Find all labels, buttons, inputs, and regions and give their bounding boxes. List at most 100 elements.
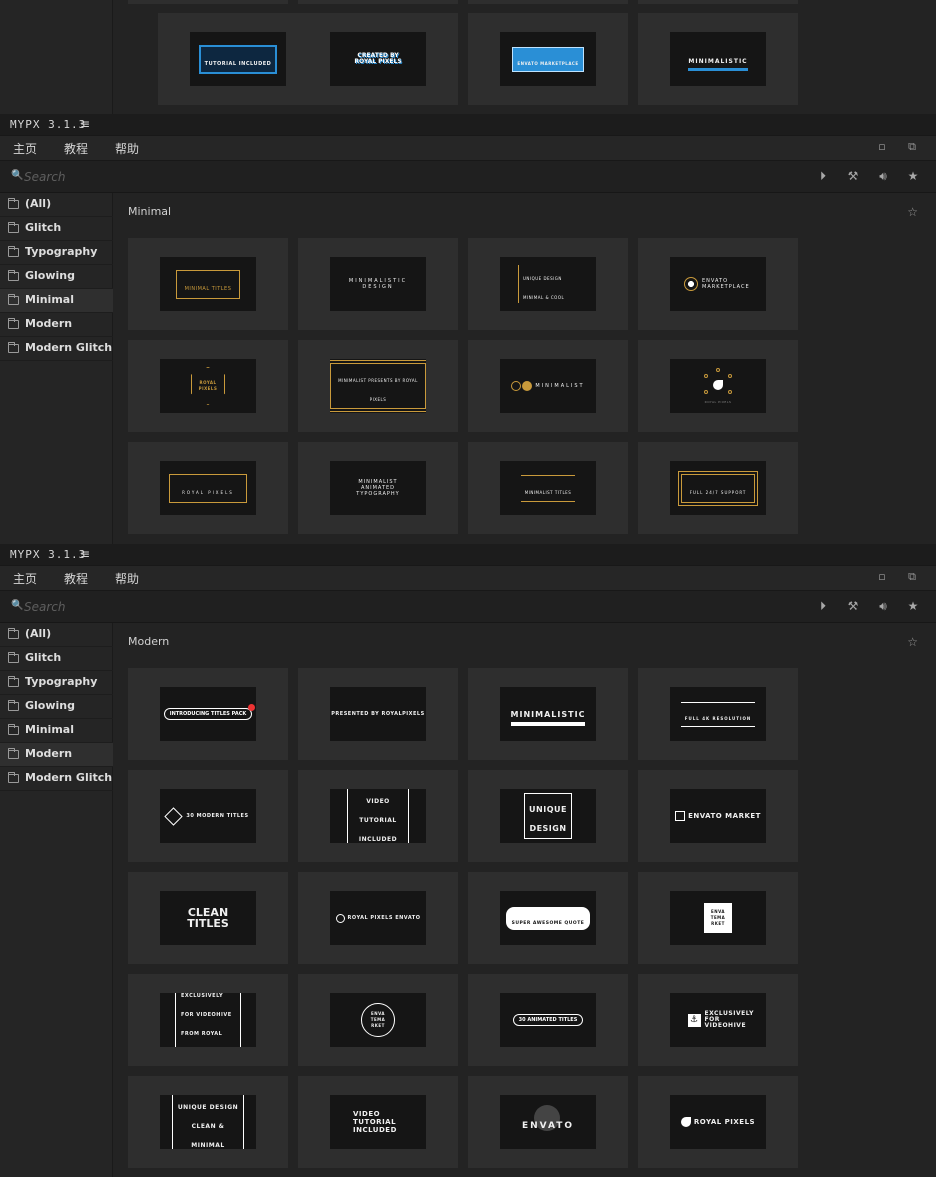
folder-icon <box>8 222 19 233</box>
panel-menu-icon[interactable]: ≡ <box>80 547 90 561</box>
thumbnail-text: INTRODUCING TITLES PACK <box>169 711 247 717</box>
sidebar-item-typography[interactable]: Typography <box>0 671 113 695</box>
thumbnail-card[interactable]: ROYAL PIXELS <box>128 442 288 534</box>
thumbnail-card[interactable]: VIDEO TUTORIAL INCLUDED <box>298 770 458 862</box>
thumbnail-card[interactable]: CREATED BY ROYAL PIXELS <box>298 13 458 105</box>
menu-home[interactable]: 主页 <box>13 140 37 157</box>
favorite-star-icon[interactable]: ☆ <box>907 205 918 219</box>
thumbnail-card[interactable]: FULL 24/7 SUPPORT <box>638 442 798 534</box>
sidebar-item-modern-glitch[interactable]: Modern Glitch <box>0 767 113 791</box>
favorite-star-icon[interactable]: ☆ <box>907 635 918 649</box>
thumbnail-preview: MINIMALISTIC <box>670 32 766 86</box>
thumbnail-card[interactable]: ENVATO MARKET <box>638 770 798 862</box>
sidebar-item-minimal[interactable]: Minimal <box>0 289 113 313</box>
folder-icon <box>8 700 19 711</box>
play-circle-icon[interactable]: ⏵ <box>816 169 830 183</box>
menu-help[interactable]: 帮助 <box>115 140 139 157</box>
window-popout-icon[interactable]: ⧉ <box>906 141 918 153</box>
thumbnail-card[interactable]: MINIMALISTIC <box>638 13 798 105</box>
sidebar-item-glowing[interactable]: Glowing <box>0 695 113 719</box>
sidebar-item-minimal[interactable]: Minimal <box>0 719 113 743</box>
volume-icon[interactable]: 🔊︎ <box>876 599 890 613</box>
thumbnail-card[interactable]: PRESENTED BY ROYALPIXELS <box>298 668 458 760</box>
thumbnail-card[interactable]: VIDEO TUTORIAL INCLUDED <box>298 1076 458 1168</box>
menu-tutorial[interactable]: 教程 <box>64 140 88 157</box>
window-popout-icon[interactable]: ⧉ <box>906 571 918 583</box>
window-restore-icon[interactable]: ▫ <box>876 571 888 583</box>
folder-icon <box>8 652 19 663</box>
thumbnail-card[interactable]: MINIMALIST ANIMATED TYPOGRAPHY <box>298 442 458 534</box>
thumbnail-card[interactable]: ENVA TEMA RKET <box>298 974 458 1066</box>
sidebar-item-glitch[interactable]: Glitch <box>0 217 113 241</box>
thumbnail-card[interactable]: UNIQUE DESIGN MINIMAL & COOL <box>468 238 628 330</box>
menu-help[interactable]: 帮助 <box>115 570 139 587</box>
thumbnail-preview: UNIQUE DESIGN MINIMAL & COOL <box>500 257 596 311</box>
sidebar-item-label: (All) <box>25 627 52 640</box>
thumbnail-text: TUTORIAL INCLUDED <box>204 60 272 67</box>
sidebar-item-typography[interactable]: Typography <box>0 241 113 265</box>
thumbnail-card[interactable] <box>468 0 628 4</box>
thumbnail-card[interactable] <box>128 0 288 4</box>
thumbnail-card[interactable]: UNIQUE DESIGN CLEAN & MINIMAL <box>128 1076 288 1168</box>
thumbnail-card[interactable]: MINIMALIST TITLES <box>468 442 628 534</box>
star-icon[interactable]: ★ <box>906 169 920 183</box>
thumbnail-preview: INTRODUCING TITLES PACK <box>160 687 256 741</box>
thumbnail-card[interactable]: MINIMAL TITLES <box>128 238 288 330</box>
thumbnail-card[interactable]: ⚓ EXCLUSIVELY FOR VIDEOHIVE <box>638 974 798 1066</box>
sidebar-item-all[interactable]: (All) <box>0 193 113 217</box>
thumbnail-card[interactable]: MINIMALISTIC <box>468 668 628 760</box>
sidebar-item-glitch[interactable]: Glitch <box>0 647 113 671</box>
folder-icon <box>8 724 19 735</box>
sidebar-item-glowing[interactable]: Glowing <box>0 265 113 289</box>
thumbnail-card[interactable]: TUTORIAL INCLUDED <box>158 13 318 105</box>
panel-menu-icon[interactable]: ≡ <box>80 117 90 131</box>
thumbnail-card[interactable]: MINIMALIST PRESENTS BY ROYAL PIXELS <box>298 340 458 432</box>
sidebar-item-modern[interactable]: Modern <box>0 313 113 337</box>
section-title: Minimal <box>128 205 172 218</box>
thumbnail-card[interactable]: FULL 4K RESOLUTION <box>638 668 798 760</box>
sidebar-item-modern-glitch[interactable]: Modern Glitch <box>0 337 113 361</box>
section-title: Modern <box>128 635 170 648</box>
sidebar-item-all[interactable]: (All) <box>0 623 113 647</box>
thumbnail-preview: TUTORIAL INCLUDED <box>190 32 286 86</box>
menu-home[interactable]: 主页 <box>13 570 37 587</box>
thumbnail-card[interactable]: SUPER AWESOME QUOTE <box>468 872 628 964</box>
thumbnail-card[interactable]: ENVATO MARKETPLACE <box>468 13 628 105</box>
thumbnail-card[interactable]: MINIMALIST <box>468 340 628 432</box>
thumbnail-card[interactable]: CLEAN TITLES <box>128 872 288 964</box>
thumbnail-card[interactable]: UNIQUE DESIGN <box>468 770 628 862</box>
thumbnail-card[interactable]: ROYAL PIXELS ENVATO <box>298 872 458 964</box>
folder-icon <box>8 748 19 759</box>
thumbnail-card[interactable]: ENVA TEMA RKET <box>638 872 798 964</box>
thumbnail-card[interactable]: EXCLUSIVELY FOR VIDEOHIVE FROM ROYAL PIX… <box>128 974 288 1066</box>
thumbnail-card[interactable]: MINIMALISTIC DESIGN <box>298 238 458 330</box>
sidebar-item-modern[interactable]: Modern <box>0 743 113 767</box>
thumbnail-card[interactable]: ROYAL PIXELS <box>638 1076 798 1168</box>
sidebar-item-label: Glowing <box>25 699 75 712</box>
thumbnail-card[interactable]: 30 ANIMATED TITLES <box>468 974 628 1066</box>
thumbnail-card[interactable]: INTRODUCING TITLES PACK <box>128 668 288 760</box>
thumbnail-preview: ⚓ EXCLUSIVELY FOR VIDEOHIVE <box>670 993 766 1047</box>
thumbnail-card[interactable]: 30 MODERN TITLES <box>128 770 288 862</box>
volume-icon[interactable]: 🔊︎ <box>876 169 890 183</box>
search-input[interactable] <box>24 598 424 616</box>
thumbnail-text: MINIMALIST <box>535 383 585 389</box>
sidebar-item-label: Minimal <box>25 293 74 306</box>
thumbnail-preview: UNIQUE DESIGN CLEAN & MINIMAL <box>160 1095 256 1149</box>
sidebar-item-label: Modern <box>25 317 73 330</box>
star-icon[interactable]: ★ <box>906 599 920 613</box>
brush-icon[interactable]: ⚒ <box>846 169 860 183</box>
thumbnail-card[interactable]: ROYAL PIXELS <box>128 340 288 432</box>
thumbnail-card[interactable] <box>298 0 458 4</box>
thumbnail-card[interactable]: ENVATO MARKETPLACE <box>638 238 798 330</box>
thumbnail-card[interactable]: ROYAL PIXELS <box>638 340 798 432</box>
thumbnail-text: ENVATO MARKET <box>688 812 761 820</box>
thumbnail-card[interactable]: ENVATO <box>468 1076 628 1168</box>
brush-icon[interactable]: ⚒ <box>846 599 860 613</box>
play-circle-icon[interactable]: ⏵ <box>816 599 830 613</box>
thumbnail-text: 30 ANIMATED TITLES <box>518 1017 578 1023</box>
window-restore-icon[interactable]: ▫ <box>876 141 888 153</box>
thumbnail-card[interactable] <box>638 0 798 4</box>
search-input[interactable] <box>24 168 424 186</box>
menu-tutorial[interactable]: 教程 <box>64 570 88 587</box>
